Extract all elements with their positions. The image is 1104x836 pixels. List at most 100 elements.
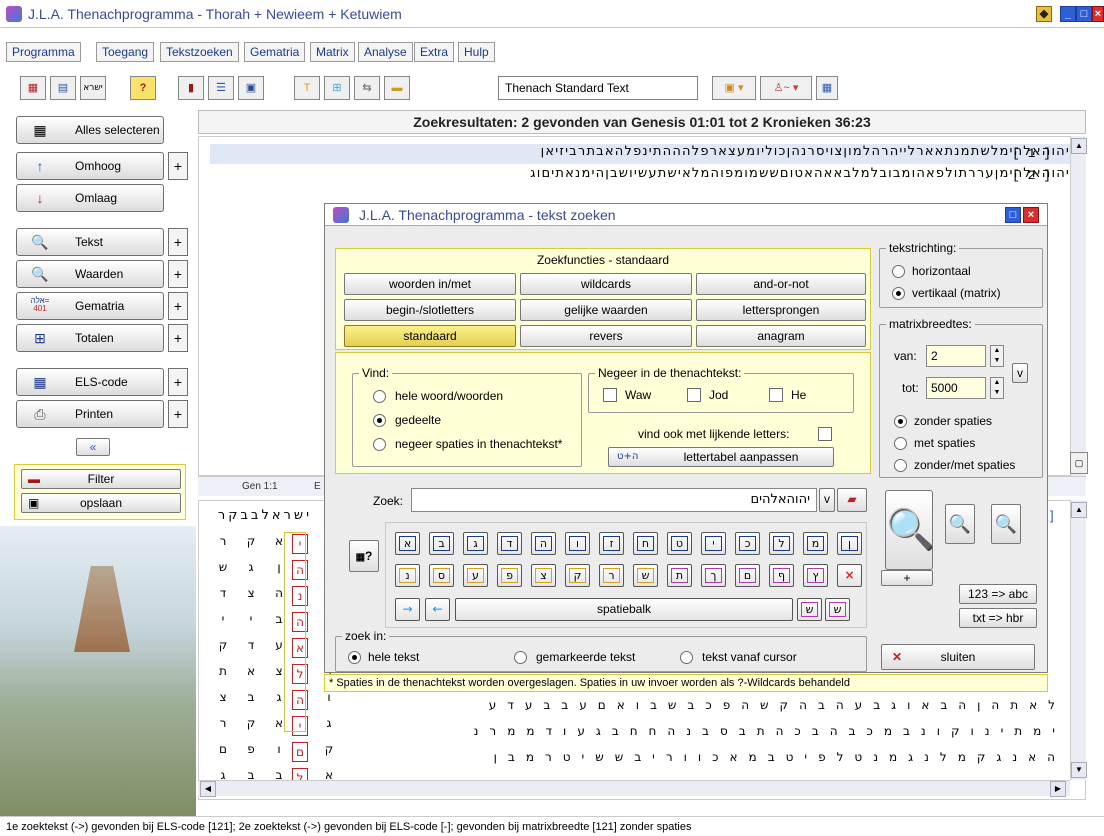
convert-abc-button[interactable]: 123 => abc xyxy=(959,584,1037,604)
btn-wildcards[interactable]: wildcards xyxy=(520,273,692,295)
gematria-plus-button[interactable]: + xyxy=(168,292,188,320)
layout-icon[interactable]: ⊞ xyxy=(324,76,350,100)
matrix-scrollbar[interactable]: ▲ ▼ xyxy=(1070,500,1087,780)
checkbox-similar-letters[interactable] xyxy=(818,427,832,441)
van-input[interactable]: 2 xyxy=(926,345,986,367)
text-source-select[interactable]: Thenach Standard Text xyxy=(498,76,698,100)
font-icon[interactable]: T xyxy=(294,76,320,100)
radio-zonder-met-spaties[interactable] xyxy=(894,459,907,472)
radio-horizontaal[interactable] xyxy=(892,265,905,278)
results-expand-button[interactable]: ▢ xyxy=(1070,452,1088,474)
up-plus-button[interactable]: + xyxy=(168,152,188,180)
menu-programma[interactable]: Programma xyxy=(6,42,81,62)
tab-e[interactable]: E xyxy=(314,481,321,492)
help-icon[interactable]: ? xyxy=(130,76,156,100)
menu-analyse[interactable]: Analyse xyxy=(358,42,413,62)
radio-gedeelte[interactable] xyxy=(373,414,386,427)
scroll-right-icon[interactable]: ▶ xyxy=(1050,781,1066,797)
hebrew-key[interactable]: נ xyxy=(395,564,420,587)
add-search-button[interactable]: + xyxy=(881,570,933,586)
select-all-button[interactable]: ▦ Alles selecteren xyxy=(16,116,164,144)
calculator-icon[interactable]: ▦ xyxy=(816,76,838,100)
up-button[interactable]: ↑ Omhoog xyxy=(16,152,164,180)
matrix-hscrollbar[interactable]: ◀ ▶ xyxy=(198,780,1070,797)
hebrew-key[interactable]: ט xyxy=(667,532,692,555)
document-icon[interactable]: ☰ xyxy=(208,76,234,100)
tot-spinner[interactable]: ▲ ▼ xyxy=(990,377,1004,399)
matrix-cell[interactable]: א xyxy=(240,664,262,678)
link-values-button[interactable]: v xyxy=(1012,363,1028,383)
menu-extra[interactable]: Extra xyxy=(414,42,455,62)
menu-toegang[interactable]: Toegang xyxy=(96,42,155,62)
hebrew-text-icon[interactable]: ישרא xyxy=(80,76,106,100)
result-row-1[interactable]: יהוהאלהימלשתמנתאארלייהרהלמוןצויסרנהןכולי… xyxy=(210,144,1070,164)
search-calc-icon[interactable]: 🔍 xyxy=(945,504,975,544)
matrix-cell[interactable]: ר xyxy=(212,534,234,548)
matrix-cell[interactable]: ת xyxy=(212,664,234,678)
btn-gelijke-waarden[interactable]: gelijke waarden xyxy=(520,299,692,321)
radio-hele-tekst[interactable] xyxy=(348,651,361,664)
hebrew-key[interactable]: ם xyxy=(735,564,760,587)
scroll-up-icon[interactable]: ▲ xyxy=(1071,138,1087,154)
scroll-left-icon[interactable]: ◀ xyxy=(200,781,216,797)
search-input[interactable]: יהוהאלהים xyxy=(411,488,817,512)
matrix-cell[interactable]: ם xyxy=(212,742,234,756)
tot-input[interactable]: 5000 xyxy=(926,377,986,399)
btn-woorden-in-met[interactable]: woorden in/met xyxy=(344,273,516,295)
btn-standaard[interactable]: standaard xyxy=(344,325,516,347)
folder-icon[interactable]: ▬ xyxy=(384,76,410,100)
matrix-cell[interactable]: ר xyxy=(212,716,234,730)
values-button[interactable]: 🔍 Waarden xyxy=(16,260,164,288)
lettertabel-button[interactable]: ה+ט lettertabel aanpassen xyxy=(608,447,834,467)
hebrew-key[interactable]: צ xyxy=(531,564,556,587)
btn-revers[interactable]: revers xyxy=(520,325,692,347)
els-plus-button[interactable]: + xyxy=(168,368,188,396)
hebrew-key[interactable]: ה xyxy=(531,532,556,555)
delete-key[interactable]: × xyxy=(837,564,862,587)
dialog-maximize-button[interactable]: □ xyxy=(1005,207,1021,223)
matrix-cell[interactable]: ק xyxy=(240,534,262,548)
menu-hulp[interactable]: Hulp xyxy=(458,42,495,62)
hebrew-key[interactable]: כ xyxy=(735,532,760,555)
tab-gen-1-1[interactable]: Gen 1:1 xyxy=(242,481,278,492)
pin-icon[interactable]: ◆ xyxy=(1036,6,1052,22)
convert-hbr-button[interactable]: txt => hbr xyxy=(959,608,1037,628)
text-plus-button[interactable]: + xyxy=(168,228,188,256)
search-chart-icon[interactable]: 🔍 xyxy=(991,504,1021,544)
hebrew-key[interactable]: ו xyxy=(565,532,590,555)
hebrew-key[interactable]: ף xyxy=(769,564,794,587)
panel-icon[interactable]: ▤ xyxy=(50,76,76,100)
matrix-cell[interactable]: ק xyxy=(212,638,234,652)
maximize-button[interactable]: □ xyxy=(1076,6,1092,22)
matrix-scroll-up-icon[interactable]: ▲ xyxy=(1071,502,1087,518)
hebrew-key[interactable]: ר xyxy=(599,564,624,587)
eraser-icon[interactable]: ▰ xyxy=(837,488,867,512)
hebrew-key[interactable]: י xyxy=(701,532,726,555)
hebrew-key[interactable]: מ xyxy=(803,532,828,555)
btn-begin-slotletters[interactable]: begin-/slotletters xyxy=(344,299,516,321)
matrix-cell[interactable]: ד xyxy=(212,586,234,600)
search-magnifier-button[interactable]: 🔍 xyxy=(885,490,933,570)
checkbox-jod[interactable] xyxy=(687,388,701,402)
matrix-cell[interactable]: י xyxy=(212,612,234,626)
search-history-dropdown[interactable]: v xyxy=(819,488,835,512)
hebrew-key[interactable]: ק xyxy=(565,564,590,587)
van-spinner[interactable]: ▲ ▼ xyxy=(990,345,1004,367)
hebrew-key[interactable]: ן xyxy=(837,532,862,555)
collapse-panel-button[interactable]: « xyxy=(76,438,110,456)
matrix-cell[interactable]: ד xyxy=(240,638,262,652)
menu-matrix[interactable]: Matrix xyxy=(310,42,355,62)
shin-key-1[interactable]: ש xyxy=(797,598,822,621)
checkbox-he[interactable] xyxy=(769,388,783,402)
radio-met-spaties[interactable] xyxy=(894,437,907,450)
book-icon[interactable]: ▮ xyxy=(178,76,204,100)
els-code-button[interactable]: ▦ ELS-code xyxy=(16,368,164,396)
matrix-scroll-down-icon[interactable]: ▼ xyxy=(1071,762,1087,778)
radio-hele-woord[interactable] xyxy=(373,390,386,403)
values-plus-button[interactable]: + xyxy=(168,260,188,288)
menu-gematria[interactable]: Gematria xyxy=(244,42,306,62)
minimize-button[interactable]: _ xyxy=(1060,6,1076,22)
matrix-cell[interactable]: י xyxy=(240,612,262,626)
totals-plus-button[interactable]: + xyxy=(168,324,188,352)
checkbox-waw[interactable] xyxy=(603,388,617,402)
